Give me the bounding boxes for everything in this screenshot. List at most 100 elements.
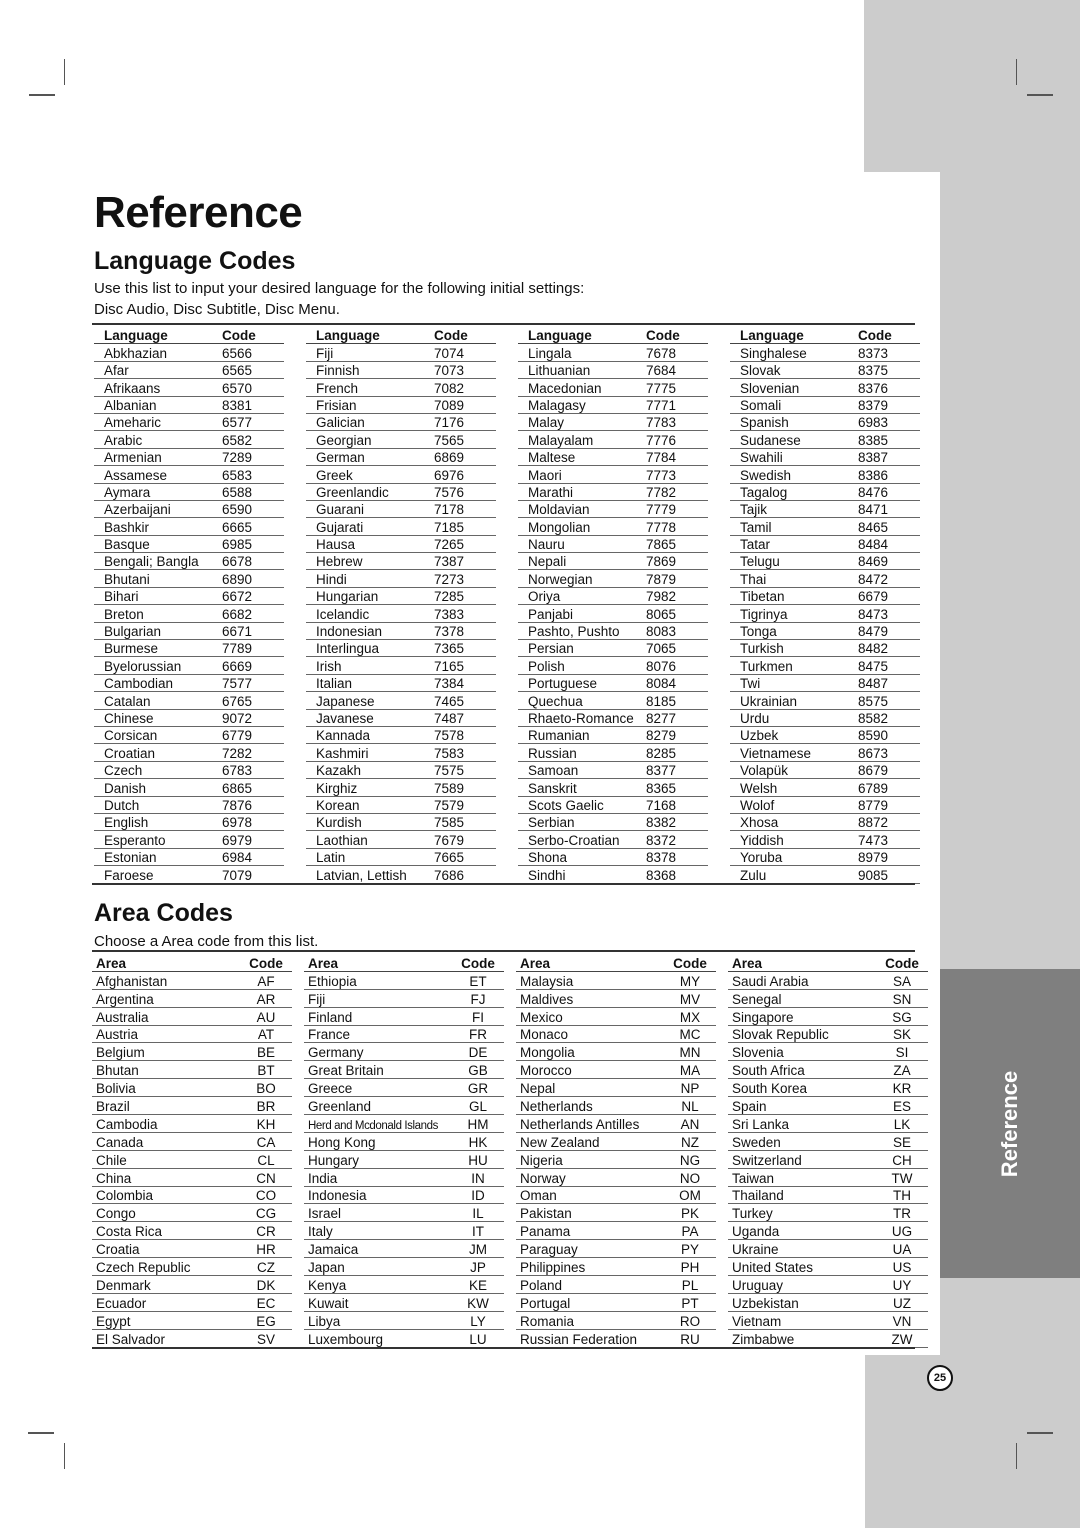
area-code: NL [681, 1099, 699, 1115]
language-name: Croatian [104, 745, 156, 761]
language-name: Latin [316, 850, 346, 866]
divider [92, 323, 915, 325]
language-column: Language Code Fiji 7074 Finnish 7073 French 708… [306, 327, 496, 884]
language-name: Bengali; Bangla [104, 554, 199, 570]
language-code: 8279 [646, 728, 677, 744]
margin-panel-top [864, 0, 1080, 172]
area-code: RO [679, 1313, 701, 1329]
intro-line-2: Disc Audio, Disc Subtitle, Disc Menu. [94, 301, 340, 318]
language-name: Corsican [104, 728, 158, 744]
table-row: Faroese 7079 [94, 866, 284, 884]
language-name: Rhaeto-Romance [528, 710, 634, 726]
language-code: 7679 [434, 832, 465, 848]
table-row: Hausa 7265 [306, 536, 496, 554]
area-code: PL [681, 1277, 699, 1293]
language-code: 6765 [222, 693, 253, 709]
table-row: Swedish 8386 [730, 466, 920, 484]
divider [92, 883, 915, 885]
language-code: 7589 [434, 780, 465, 796]
language-name: Tatar [740, 537, 771, 553]
language-name: Pashto, Pushto [528, 624, 620, 640]
language-name: Tigrinya [740, 606, 788, 622]
language-name: Nepali [528, 554, 567, 570]
language-code: 8387 [858, 450, 889, 466]
table-row: Maltese 7784 [518, 449, 708, 467]
area-code: SE [892, 1134, 911, 1150]
language-name: Cambodian [104, 676, 174, 692]
header-code: Code [858, 328, 892, 344]
table-header: Language Code [94, 327, 284, 345]
language-code: 8487 [858, 676, 889, 692]
language-name: Macedonian [528, 380, 602, 396]
area-code: MN [679, 1045, 701, 1061]
language-name: Swedish [740, 467, 792, 483]
table-row: Slovenia SI [728, 1043, 928, 1062]
table-row: Vietnamese 8673 [730, 744, 920, 762]
table-row: Twi 8487 [730, 675, 920, 693]
language-code: 8575 [858, 693, 889, 709]
language-name: Ukrainian [740, 693, 798, 709]
language-name: Guarani [316, 502, 365, 518]
header-language: Language [528, 328, 592, 344]
language-name: Quechua [528, 693, 583, 709]
area-name: Costa Rica [96, 1224, 163, 1240]
language-code: 7678 [646, 345, 677, 361]
table-header: Area Code [304, 954, 504, 972]
language-code: 8465 [858, 519, 889, 535]
language-name: Tagalog [740, 484, 788, 500]
language-code: 6565 [222, 363, 253, 379]
language-code: 7285 [434, 589, 465, 605]
crop-mark [1027, 94, 1053, 96]
table-row: Croatian 7282 [94, 744, 284, 762]
table-row: Zulu 9085 [730, 866, 920, 884]
table-row: Sudanese 8385 [730, 431, 920, 449]
language-code: 6669 [222, 658, 253, 674]
table-row: Sweden SE [728, 1133, 928, 1151]
table-row: Mongolian 7778 [518, 518, 708, 536]
area-name: Canada [96, 1134, 144, 1150]
area-name: Denmark [96, 1277, 151, 1293]
page-number: 25 [927, 1365, 953, 1391]
table-row: Hong Kong HK [304, 1133, 504, 1151]
language-code: 7178 [434, 502, 465, 518]
language-name: English [104, 815, 149, 831]
area-code: BE [256, 1045, 275, 1061]
language-name: Spanish [740, 415, 789, 431]
table-row: Tonga 8479 [730, 623, 920, 641]
area-codes-heading: Area Codes [94, 899, 233, 927]
area-name: Afghanistan [96, 973, 168, 989]
language-code: 8979 [858, 850, 889, 866]
language-name: Twi [740, 676, 761, 692]
table-row: Uzbekistan UZ [728, 1294, 928, 1312]
language-name: Indonesian [316, 624, 383, 640]
area-name: South Africa [732, 1063, 805, 1079]
language-code: 6978 [222, 815, 253, 831]
language-code: 7289 [222, 450, 253, 466]
table-row: Cambodian 7577 [94, 675, 284, 693]
table-row: Zimbabwe ZW [728, 1330, 928, 1348]
language-name: Serbian [528, 815, 575, 831]
table-row: Kurdish 7585 [306, 814, 496, 832]
language-code: 8473 [858, 606, 889, 622]
language-name: Maori [528, 467, 562, 483]
language-name: Frisian [316, 397, 357, 413]
language-codes-table: Language Code Abkhazian 6566 Afar 6565 Afrikaa… [94, 327, 920, 884]
area-code: HU [468, 1152, 488, 1168]
area-name: Sri Lanka [732, 1116, 790, 1132]
table-row: China CN [92, 1169, 292, 1187]
language-name: Latvian, Lettish [316, 867, 407, 883]
language-name: Assamese [104, 467, 168, 483]
table-row: Nepal NP [516, 1079, 716, 1098]
table-row: Albanian 8381 [94, 397, 284, 414]
divider [92, 1347, 915, 1349]
table-row: Kazakh 7575 [306, 762, 496, 780]
language-name: Sindhi [528, 867, 566, 883]
language-name: Shona [528, 850, 568, 866]
table-row: Luxembourg LU [304, 1330, 504, 1348]
area-code: NP [680, 1081, 700, 1097]
table-row: Laothian 7679 [306, 831, 496, 849]
table-row: Frisian 7089 [306, 397, 496, 414]
crop-mark [29, 94, 55, 96]
table-row: Hebrew 7387 [306, 553, 496, 571]
table-row: Marathi 7782 [518, 484, 708, 501]
